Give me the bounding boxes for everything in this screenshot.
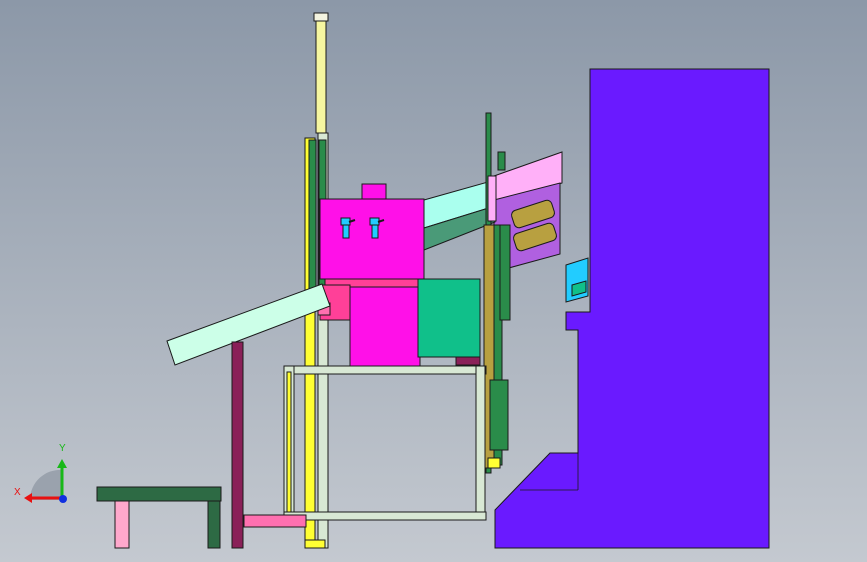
guide-rail-assembly[interactable] <box>483 112 511 474</box>
triad-y-label: Y <box>59 443 66 454</box>
cad-viewport[interactable]: X Y <box>0 0 867 562</box>
motor-box[interactable] <box>417 278 481 366</box>
work-bench[interactable] <box>96 486 222 549</box>
main-body[interactable] <box>317 183 425 368</box>
chute-support-leg[interactable] <box>231 341 244 549</box>
z-axis-dot-icon <box>59 495 67 503</box>
base-frame[interactable] <box>243 365 487 549</box>
housing-cabinet[interactable] <box>494 68 770 549</box>
coordinate-triad <box>24 459 67 503</box>
assembly-model[interactable] <box>0 0 867 562</box>
sensor-bracket[interactable] <box>565 257 589 303</box>
triad-x-label: X <box>14 487 21 498</box>
